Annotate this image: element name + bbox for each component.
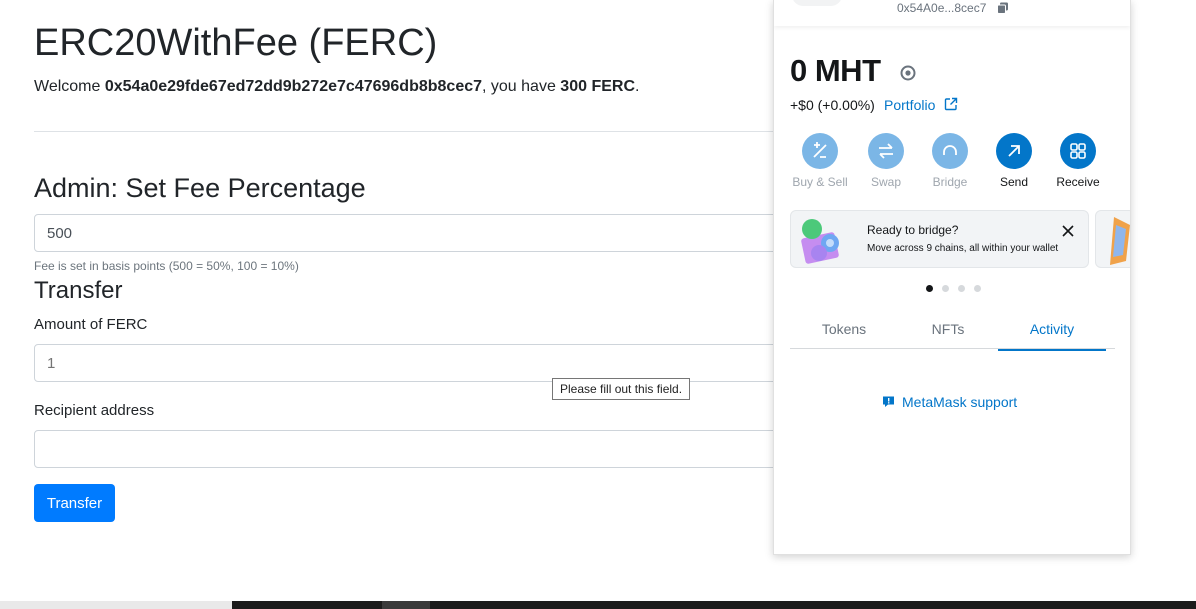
- recipient-label: Recipient address: [34, 402, 155, 419]
- send-icon: [996, 133, 1032, 169]
- bridge-button[interactable]: Bridge: [918, 133, 982, 189]
- next-promo-card[interactable]: [1095, 210, 1130, 268]
- buy-sell-button[interactable]: Buy & Sell: [788, 133, 852, 189]
- validation-tooltip: Please fill out this field.: [552, 378, 691, 400]
- receive-icon: [1060, 133, 1096, 169]
- send-label: Send: [999, 175, 1029, 189]
- bridge-promo-card[interactable]: Ready to bridge? Move across 9 chains, a…: [790, 210, 1089, 268]
- section-divider: [34, 131, 794, 132]
- close-icon[interactable]: [1061, 224, 1075, 238]
- support-chat-icon: [883, 396, 894, 407]
- metamask-popup: 0x54A0e...8cec7 0 MHT +$0 (+0.00%) Portf…: [773, 0, 1131, 555]
- promo-illustration-icon: [1110, 217, 1130, 265]
- promo-text: Move across 9 chains, all within your wa…: [867, 243, 1059, 254]
- admin-heading: Admin: Set Fee Percentage: [34, 173, 366, 203]
- welcome-middle: , you have: [482, 78, 561, 95]
- token-balance: 300 FERC: [560, 78, 635, 95]
- account-menu-button[interactable]: [792, 0, 842, 6]
- tab-tokens[interactable]: Tokens: [790, 313, 898, 349]
- carousel-dot-4[interactable]: [974, 285, 981, 292]
- recipient-address-input[interactable]: [34, 430, 794, 468]
- metamask-account-address[interactable]: 0x54A0e...8cec7: [897, 1, 986, 15]
- page-title: ERC20WithFee (FERC): [34, 22, 438, 64]
- send-button[interactable]: Send: [982, 133, 1046, 189]
- amount-label: Amount of FERC: [34, 316, 148, 333]
- carousel-dot-1[interactable]: [926, 285, 933, 292]
- eye-icon[interactable]: [900, 65, 916, 81]
- balance-change: +$0 (+0.00%): [790, 97, 875, 113]
- receive-label: Receive: [1056, 175, 1100, 189]
- promo-title: Ready to bridge?: [867, 223, 959, 237]
- metamask-support-link[interactable]: MetaMask support: [902, 394, 1017, 410]
- tab-activity[interactable]: Activity: [998, 313, 1106, 351]
- swap-icon: [868, 133, 904, 169]
- fee-percentage-input[interactable]: [34, 214, 794, 252]
- welcome-message: Welcome 0x54a0e29fde67ed72dd9b272e7c4769…: [34, 78, 639, 96]
- carousel-dot-2[interactable]: [942, 285, 949, 292]
- fee-help-text: Fee is set in basis points (500 = 50%, 1…: [34, 259, 299, 273]
- portfolio-link[interactable]: Portfolio: [884, 97, 935, 113]
- amount-input[interactable]: [34, 344, 794, 382]
- taskbar-left-area: [0, 601, 232, 609]
- swap-label: Swap: [870, 175, 902, 189]
- transfer-button[interactable]: Transfer: [34, 484, 115, 522]
- welcome-prefix: Welcome: [34, 78, 105, 95]
- buy-sell-icon: [802, 133, 838, 169]
- tab-nfts[interactable]: NFTs: [894, 313, 1002, 349]
- welcome-suffix: .: [635, 78, 640, 95]
- bridge-label: Bridge: [932, 175, 968, 189]
- carousel-dot-3[interactable]: [958, 285, 965, 292]
- swap-button[interactable]: Swap: [854, 133, 918, 189]
- transfer-heading: Transfer: [34, 277, 123, 304]
- metamask-balance: 0 MHT: [790, 53, 881, 88]
- copy-icon[interactable]: [997, 2, 1009, 14]
- external-link-icon[interactable]: [944, 97, 958, 111]
- bridge-icon: [932, 133, 968, 169]
- taskbar-item[interactable]: [382, 601, 430, 609]
- receive-button[interactable]: Receive: [1046, 133, 1110, 189]
- metamask-header: 0x54A0e...8cec7: [774, 0, 1130, 26]
- buy-sell-label: Buy & Sell: [792, 175, 848, 189]
- bridge-illustration-icon: [801, 219, 839, 264]
- account-address: 0x54a0e29fde67ed72dd9b272e7c47696db8b8ce…: [104, 78, 483, 95]
